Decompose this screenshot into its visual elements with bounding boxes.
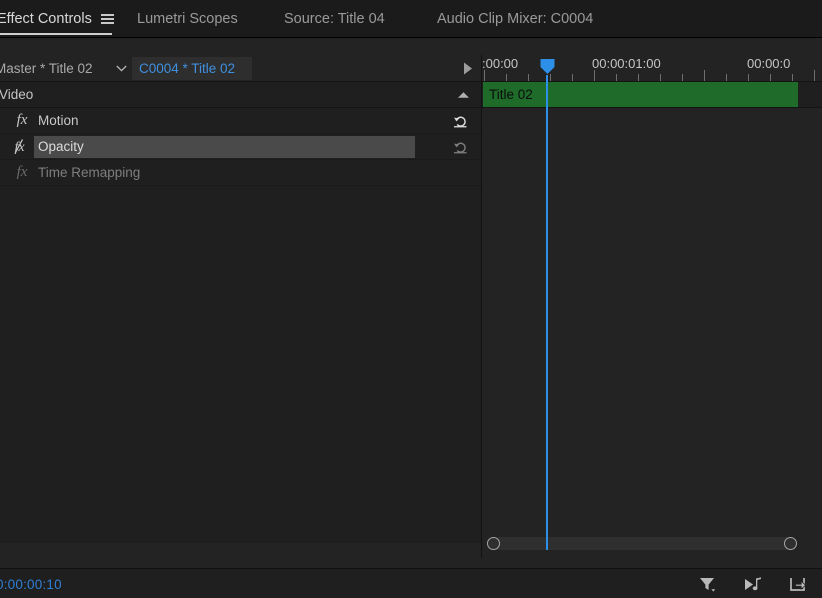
effect-row-time-remapping-label: Time Remapping — [38, 164, 141, 180]
effect-list-pane: Master * Title 02 C0004 * Title 02 Video — [0, 55, 481, 543]
tab-audio-clip-mixer[interactable]: Audio Clip Mixer: C0004 — [437, 0, 593, 38]
section-header-video[interactable]: Video — [0, 82, 481, 108]
ruler-tick — [594, 70, 595, 81]
timeline-zoom-scrollbar[interactable] — [487, 537, 797, 550]
ruler-tick — [572, 74, 573, 81]
effect-row-motion[interactable]: fx Motion — [0, 108, 481, 134]
ruler-label: :00:00 — [482, 56, 519, 71]
ruler-label: 00:00:0 — [747, 56, 791, 71]
panel-tab-bar: Effect Controls Lumetri Scopes Source: T… — [0, 0, 822, 38]
tab-effect-controls-label: Effect Controls — [0, 10, 92, 27]
fx-icon[interactable]: fx — [12, 111, 32, 131]
reset-arrow-icon[interactable] — [449, 108, 471, 134]
ruler-tick — [792, 74, 793, 81]
play-triangle-icon[interactable] — [458, 55, 478, 82]
effect-row-opacity-selection — [34, 136, 415, 158]
ruler-tick — [814, 70, 815, 81]
breadcrumb: Master * Title 02 C0004 * Title 02 — [0, 55, 481, 82]
breadcrumb-clip-label[interactable]: C0004 * Title 02 — [132, 57, 252, 80]
keyframe-graph-area[interactable] — [482, 108, 822, 545]
current-timecode[interactable]: 0:00:00:10 — [0, 569, 62, 598]
ruler-label: 00:00:01:00 — [592, 56, 661, 71]
ruler-tick — [506, 74, 507, 81]
ruler-tick — [616, 74, 617, 81]
effect-controls-timeline: :00:00 00:00:01:00 00:00:0 Title 02 — [482, 55, 822, 558]
timeline-clip-band: Title 02 — [482, 82, 822, 108]
chevron-down-icon[interactable] — [112, 55, 130, 82]
section-header-video-label: Video — [0, 87, 34, 102]
playhead-marker-icon[interactable] — [539, 58, 556, 75]
export-share-icon[interactable] — [786, 573, 808, 595]
zoom-handle-right[interactable] — [784, 537, 797, 550]
fx-icon-keyframed[interactable]: fx — [12, 137, 32, 157]
ruler-tick — [682, 74, 683, 81]
tab-lumetri-scopes-label: Lumetri Scopes — [137, 10, 238, 27]
timeline-ruler[interactable]: :00:00 00:00:01:00 00:00:0 — [482, 55, 822, 82]
triangle-up-icon[interactable] — [457, 82, 470, 108]
funnel-filter-icon[interactable] — [696, 573, 718, 595]
tab-effect-controls[interactable]: Effect Controls — [0, 0, 114, 38]
tab-source-monitor[interactable]: Source: Title 04 — [284, 0, 385, 38]
ruler-tick — [726, 74, 727, 81]
ruler-tick — [484, 70, 485, 81]
bottom-toolbar — [696, 569, 808, 598]
breadcrumb-master-label[interactable]: Master * Title 02 — [0, 55, 93, 82]
hamburger-icon[interactable] — [100, 14, 114, 24]
tab-audio-clip-mixer-label: Audio Clip Mixer: C0004 — [437, 10, 594, 27]
zoom-handle-left[interactable] — [487, 537, 500, 550]
ruler-tick — [704, 70, 705, 81]
effect-row-opacity-label: Opacity — [38, 138, 84, 154]
svg-text:fx: fx — [14, 140, 25, 155]
fx-icon[interactable]: fx — [12, 163, 32, 183]
effect-row-opacity[interactable]: fx Opacity — [0, 134, 481, 160]
ruler-tick — [660, 74, 661, 81]
ruler-tick — [550, 74, 551, 81]
ruler-tick — [638, 74, 639, 81]
ruler-tick — [528, 74, 529, 81]
timeline-clip-title-02[interactable]: Title 02 — [483, 82, 798, 107]
reset-arrow-icon[interactable] — [449, 134, 471, 160]
ruler-tick — [770, 74, 771, 81]
tab-lumetri-scopes[interactable]: Lumetri Scopes — [137, 0, 238, 38]
play-audio-icon[interactable] — [741, 573, 763, 595]
tab-source-monitor-label: Source: Title 04 — [284, 10, 385, 27]
panel-bottom-bar: 0:00:00:10 — [0, 568, 822, 598]
effect-row-motion-label: Motion — [38, 112, 79, 128]
effect-row-time-remapping[interactable]: fx Time Remapping — [0, 160, 481, 186]
effect-controls-panel: Effect Controls Lumetri Scopes Source: T… — [0, 0, 822, 598]
ruler-tick — [748, 74, 749, 81]
